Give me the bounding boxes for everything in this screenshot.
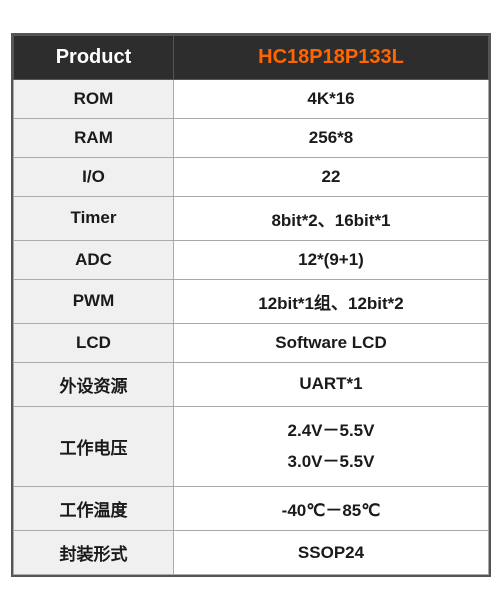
row-value: 12*(9+1) <box>174 240 489 279</box>
row-value: 12bit*1组、12bit*2 <box>174 279 489 323</box>
product-table: Product HC18P18P133L ROM4K*16RAM256*8I/O… <box>11 33 491 577</box>
header-model: HC18P18P133L <box>174 35 489 79</box>
row-label: Timer <box>14 196 174 240</box>
table-row: 外设资源UART*1 <box>14 362 489 406</box>
table-row: ADC12*(9+1) <box>14 240 489 279</box>
row-label: 工作温度 <box>14 487 174 531</box>
row-label: PWM <box>14 279 174 323</box>
table-header-row: Product HC18P18P133L <box>14 35 489 79</box>
row-value: 4K*16 <box>174 79 489 118</box>
row-value: 8bit*2、16bit*1 <box>174 196 489 240</box>
row-label: ROM <box>14 79 174 118</box>
row-value: 2.4V－5.5V3.0V－5.5V <box>174 406 489 486</box>
table-row: RAM256*8 <box>14 118 489 157</box>
table-row: ROM4K*16 <box>14 79 489 118</box>
table-row: LCDSoftware LCD <box>14 323 489 362</box>
row-label: 封装形式 <box>14 531 174 575</box>
row-label: ADC <box>14 240 174 279</box>
table-row: 封装形式SSOP24 <box>14 531 489 575</box>
table-row: Timer8bit*2、16bit*1 <box>14 196 489 240</box>
table-row: 工作温度-40℃－85℃ <box>14 487 489 531</box>
row-label: 外设资源 <box>14 362 174 406</box>
row-label: LCD <box>14 323 174 362</box>
row-label: 工作电压 <box>14 406 174 486</box>
row-value: SSOP24 <box>174 531 489 575</box>
table-row: PWM12bit*1组、12bit*2 <box>14 279 489 323</box>
row-label: I/O <box>14 157 174 196</box>
row-value: 22 <box>174 157 489 196</box>
header-product: Product <box>14 35 174 79</box>
table-row: 工作电压2.4V－5.5V3.0V－5.5V <box>14 406 489 486</box>
row-label: RAM <box>14 118 174 157</box>
row-value: 256*8 <box>174 118 489 157</box>
row-value: Software LCD <box>174 323 489 362</box>
row-value: UART*1 <box>174 362 489 406</box>
table-row: I/O22 <box>14 157 489 196</box>
row-value: -40℃－85℃ <box>174 487 489 531</box>
